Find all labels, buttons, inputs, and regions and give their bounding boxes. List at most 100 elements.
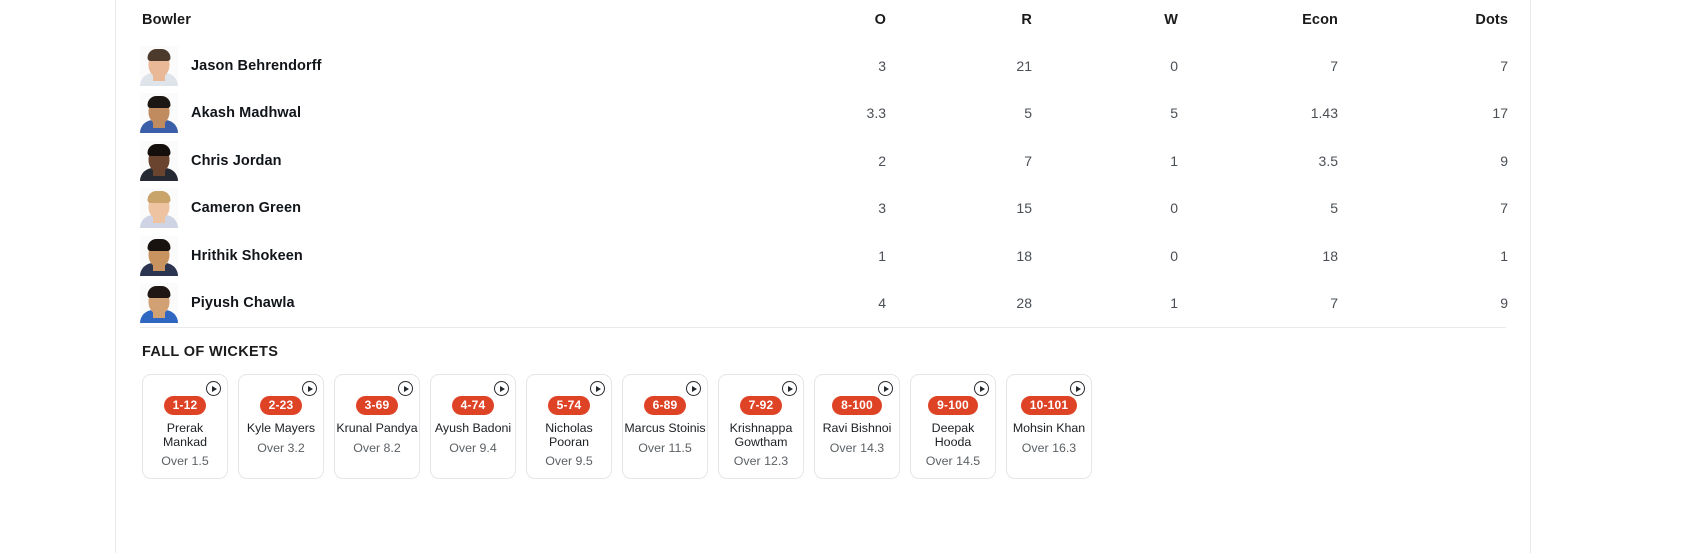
bowler-economy-value: 18	[1322, 247, 1338, 264]
wicket-player-name: Ayush Badoni	[434, 421, 512, 435]
bowler-economy-value: 7	[1330, 295, 1338, 312]
bowler-runs-value: 21	[1016, 57, 1032, 74]
play-circle-icon[interactable]	[686, 381, 701, 396]
bowler-overs-value: 1	[878, 247, 886, 264]
play-circle-icon[interactable]	[878, 381, 893, 396]
bowler-overs-value: 3.3	[866, 105, 886, 122]
bowler-runs-value: 5	[1024, 105, 1032, 122]
bowler-dots-value: 7	[1500, 57, 1508, 74]
bowler-cell: Piyush Chawla	[140, 280, 740, 328]
scorecard-page: Bowler O R W Econ Dots Jason Behrendorff…	[0, 0, 1696, 553]
table-row[interactable]: Akash Madhwal 3.3 5 5 1.43 17	[140, 90, 1508, 138]
play-circle-icon[interactable]	[1070, 381, 1085, 396]
bowler-name: Akash Madhwal	[191, 105, 302, 122]
avatar	[140, 93, 178, 134]
bowler-cell: Akash Madhwal	[140, 90, 740, 138]
column-header-dots: Dots	[1475, 12, 1508, 28]
wicket-player-name: Marcus Stoinis	[624, 421, 706, 435]
table-row[interactable]: Hrithik Shokeen 1 18 0 18 1	[140, 232, 1508, 280]
fall-of-wicket-card[interactable]: 10-101 Mohsin Khan Over 16.3	[1006, 374, 1092, 479]
play-circle-icon[interactable]	[302, 381, 317, 396]
play-circle-icon[interactable]	[590, 381, 605, 396]
play-circle-icon[interactable]	[782, 381, 797, 396]
bowler-name: Jason Behrendorff	[191, 57, 322, 74]
wicket-score-badge: 9-100	[928, 396, 978, 415]
wicket-player-name: Krunal Pandya	[336, 421, 418, 435]
wicket-player-name: Ravi Bishnoi	[822, 421, 892, 435]
fall-of-wicket-card[interactable]: 9-100 Deepak Hooda Over 14.5	[910, 374, 996, 479]
wicket-score-badge: 7-92	[739, 396, 783, 415]
column-header-economy: Econ	[1302, 12, 1338, 28]
fall-of-wicket-card[interactable]: 3-69 Krunal Pandya Over 8.2	[334, 374, 420, 479]
avatar	[140, 188, 178, 229]
bowler-overs-value: 4	[878, 295, 886, 312]
fall-of-wicket-card[interactable]: 5-74 Nicholas Pooran Over 9.5	[526, 374, 612, 479]
wicket-over: Over 9.5	[545, 454, 593, 468]
bowler-runs-value: 28	[1016, 295, 1032, 312]
bowler-wickets-value: 0	[1170, 247, 1178, 264]
wicket-score-badge: 3-69	[355, 396, 399, 415]
bowler-name: Cameron Green	[191, 200, 302, 217]
fall-of-wickets-title: FALL OF WICKETS	[142, 344, 279, 360]
bowler-wickets-value: 1	[1170, 295, 1178, 312]
column-header-wickets: W	[1164, 12, 1178, 28]
bowling-section: Bowler O R W Econ Dots Jason Behrendorff…	[116, 0, 1530, 327]
avatar	[140, 140, 178, 181]
bowler-name: Chris Jordan	[191, 152, 282, 169]
bowler-overs-value: 3	[878, 200, 886, 217]
table-row[interactable]: Jason Behrendorff 3 21 0 7 7	[140, 42, 1508, 90]
wicket-over: Over 11.5	[638, 440, 692, 455]
table-row[interactable]: Piyush Chawla 4 28 1 7 9	[140, 280, 1508, 328]
wicket-score-badge: 8-100	[832, 396, 882, 415]
bowler-wickets-value: 5	[1170, 105, 1178, 122]
bowler-economy-value: 7	[1330, 57, 1338, 74]
fall-of-wickets-list: 1-12 Prerak Mankad Over 1.5 2-23 Kyle Mayers…	[140, 360, 1506, 479]
wicket-over: Over 16.3	[1021, 440, 1077, 455]
wicket-score-badge: 2-23	[259, 396, 303, 415]
wicket-score-badge: 5-74	[547, 396, 591, 415]
fall-of-wicket-card[interactable]: 6-89 Marcus Stoinis Over 11.5	[622, 374, 708, 479]
column-header-runs: R	[1021, 12, 1032, 28]
table-row[interactable]: Chris Jordan 2 7 1 3.5 9	[140, 137, 1508, 185]
wicket-over: Over 14.5	[925, 454, 981, 468]
wicket-over: Over 9.4	[449, 440, 497, 455]
play-circle-icon[interactable]	[494, 381, 509, 396]
fall-of-wicket-card[interactable]: 1-12 Prerak Mankad Over 1.5	[142, 374, 228, 479]
fall-of-wickets-section: FALL OF WICKETS 1-12 Prerak Mankad Over 1.…	[116, 328, 1530, 479]
avatar	[140, 45, 178, 86]
table-row[interactable]: Cameron Green 3 15 0 5 7	[140, 185, 1508, 233]
bowler-cell: Jason Behrendorff	[140, 42, 740, 90]
bowler-dots-value: 1	[1500, 247, 1508, 264]
fall-of-wicket-card[interactable]: 8-100 Ravi Bishnoi Over 14.3	[814, 374, 900, 479]
bowler-dots-value: 7	[1500, 200, 1508, 217]
bowler-wickets-value: 1	[1170, 152, 1178, 169]
bowler-wickets-value: 0	[1170, 200, 1178, 217]
fall-of-wicket-card[interactable]: 7-92 Krishnappa Gowtham Over 12.3	[718, 374, 804, 479]
bowler-runs-value: 15	[1016, 200, 1032, 217]
wicket-player-name: Nicholas Pooran	[545, 421, 593, 449]
bowler-economy-value: 1.43	[1310, 105, 1338, 122]
play-circle-icon[interactable]	[398, 381, 413, 396]
bowler-runs-value: 18	[1016, 247, 1032, 264]
wicket-player-name: Mohsin Khan	[1012, 421, 1086, 435]
play-circle-icon[interactable]	[974, 381, 989, 396]
wicket-over: Over 14.3	[829, 440, 885, 455]
bowler-economy-value: 5	[1330, 200, 1338, 217]
fall-of-wicket-card[interactable]: 2-23 Kyle Mayers Over 3.2	[238, 374, 324, 479]
bowler-economy-value: 3.5	[1318, 152, 1338, 169]
bowler-cell: Chris Jordan	[140, 137, 740, 185]
bowler-dots-value: 17	[1492, 105, 1508, 122]
play-circle-icon[interactable]	[206, 381, 221, 396]
wicket-over: Over 8.2	[353, 440, 401, 455]
wicket-over: Over 1.5	[161, 454, 209, 468]
bowler-overs-value: 2	[878, 152, 886, 169]
bowler-cell: Cameron Green	[140, 185, 740, 233]
avatar	[140, 283, 178, 324]
bowler-overs-value: 3	[878, 57, 886, 74]
wicket-over: Over 12.3	[733, 454, 789, 468]
fall-of-wicket-card[interactable]: 4-74 Ayush Badoni Over 9.4	[430, 374, 516, 479]
bowling-figures-table: Bowler O R W Econ Dots Jason Behrendorff…	[140, 0, 1508, 327]
wicket-score-badge: 10-101	[1020, 396, 1078, 415]
bowler-name: Piyush Chawla	[191, 295, 295, 312]
bowler-dots-value: 9	[1500, 295, 1508, 312]
